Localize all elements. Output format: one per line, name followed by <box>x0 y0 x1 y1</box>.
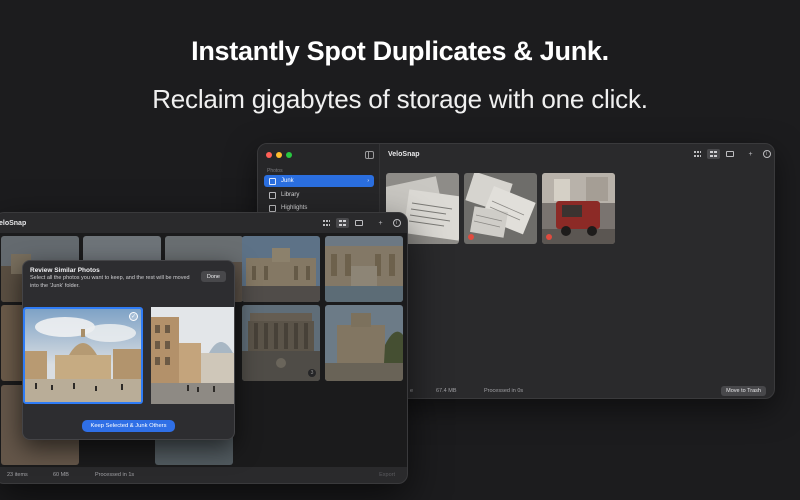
grid-large-icon <box>710 151 717 157</box>
view-small-grid-button[interactable] <box>691 149 704 159</box>
actions-toolbar: + i <box>744 149 773 159</box>
sidebar-item-label: Junk <box>281 178 294 184</box>
sidebar-item-junk[interactable]: Junk › <box>264 175 374 187</box>
dialog-description: Select all the photos you want to keep, … <box>30 275 190 289</box>
done-button[interactable]: Done <box>200 271 226 282</box>
info-icon: i <box>762 150 771 158</box>
grid-small-icon <box>323 220 330 226</box>
window-title: VeloSnap <box>388 151 420 158</box>
front-window: eloSnap + i 3 Review Similar Photos Sele… <box>0 212 408 484</box>
info-button[interactable]: i <box>760 149 773 159</box>
single-view-icon <box>354 220 363 226</box>
single-view-icon <box>725 151 734 157</box>
sidebar-item-label: Highlights <box>281 205 308 211</box>
status-processed: Processed in 1s <box>95 472 135 478</box>
view-single-button[interactable] <box>352 218 365 228</box>
junk-photo-thumbnail[interactable] <box>464 173 537 244</box>
chevron-right-icon: › <box>367 178 369 184</box>
subline: Reclaim gigabytes of storage with one cl… <box>152 84 648 114</box>
status-bar: 23 items 60 MB Processed in 1s Export <box>0 467 407 483</box>
sidebar-item-label: Library <box>281 192 300 198</box>
similar-photo[interactable] <box>151 307 234 404</box>
status-item-count: 23 items <box>7 472 28 478</box>
view-large-grid-button[interactable] <box>707 149 720 159</box>
status-processed: Processed in 0s <box>484 388 524 394</box>
dialog-title: Review Similar Photos <box>30 267 100 274</box>
grid-small-icon <box>694 151 701 157</box>
keep-selected-junk-others-button[interactable]: Keep Selected & Junk Others <box>82 420 175 432</box>
sidebar-item-library[interactable]: Library <box>264 189 374 201</box>
star-icon <box>269 204 276 212</box>
info-button[interactable]: i <box>390 218 403 228</box>
window-title: eloSnap <box>0 220 27 227</box>
move-to-trash-button[interactable]: Move to Trash <box>721 386 766 396</box>
photo-library-icon <box>269 191 276 199</box>
export-button[interactable]: Export <box>379 472 395 478</box>
sidebar-toggle-icon[interactable] <box>365 151 374 159</box>
junk-photo-thumbnail[interactable] <box>542 173 615 244</box>
close-window-button[interactable] <box>266 152 272 158</box>
view-mode-toolbar <box>691 149 736 159</box>
status-size: 67.4 MB <box>436 388 457 394</box>
status-item-count: e <box>410 388 414 394</box>
view-small-grid-button[interactable] <box>320 218 333 228</box>
trash-icon <box>269 177 276 185</box>
review-similar-photos-dialog: Review Similar Photos Select all the pho… <box>22 260 235 440</box>
junk-badge <box>468 234 474 240</box>
grid-large-icon <box>339 220 346 226</box>
checkmark-icon[interactable]: ✓ <box>129 312 138 321</box>
zoom-window-button[interactable] <box>286 152 292 158</box>
actions-toolbar: + i <box>374 218 403 228</box>
similar-photo-selected[interactable]: ✓ <box>23 307 143 404</box>
add-button[interactable]: + <box>374 218 387 228</box>
view-mode-toolbar <box>320 218 365 228</box>
view-large-grid-button[interactable] <box>336 218 349 228</box>
sidebar-section-label: Photos <box>267 168 283 174</box>
view-single-button[interactable] <box>723 149 736 159</box>
add-button[interactable]: + <box>744 149 757 159</box>
junk-badge <box>546 234 552 240</box>
status-size: 60 MB <box>53 472 69 478</box>
window-controls <box>266 152 292 158</box>
minimize-window-button[interactable] <box>276 152 282 158</box>
info-icon: i <box>392 219 401 227</box>
status-bar: e 67.4 MB Processed in 0s Move to Trash <box>380 384 774 398</box>
headline: Instantly Spot Duplicates & Junk. <box>191 36 609 66</box>
